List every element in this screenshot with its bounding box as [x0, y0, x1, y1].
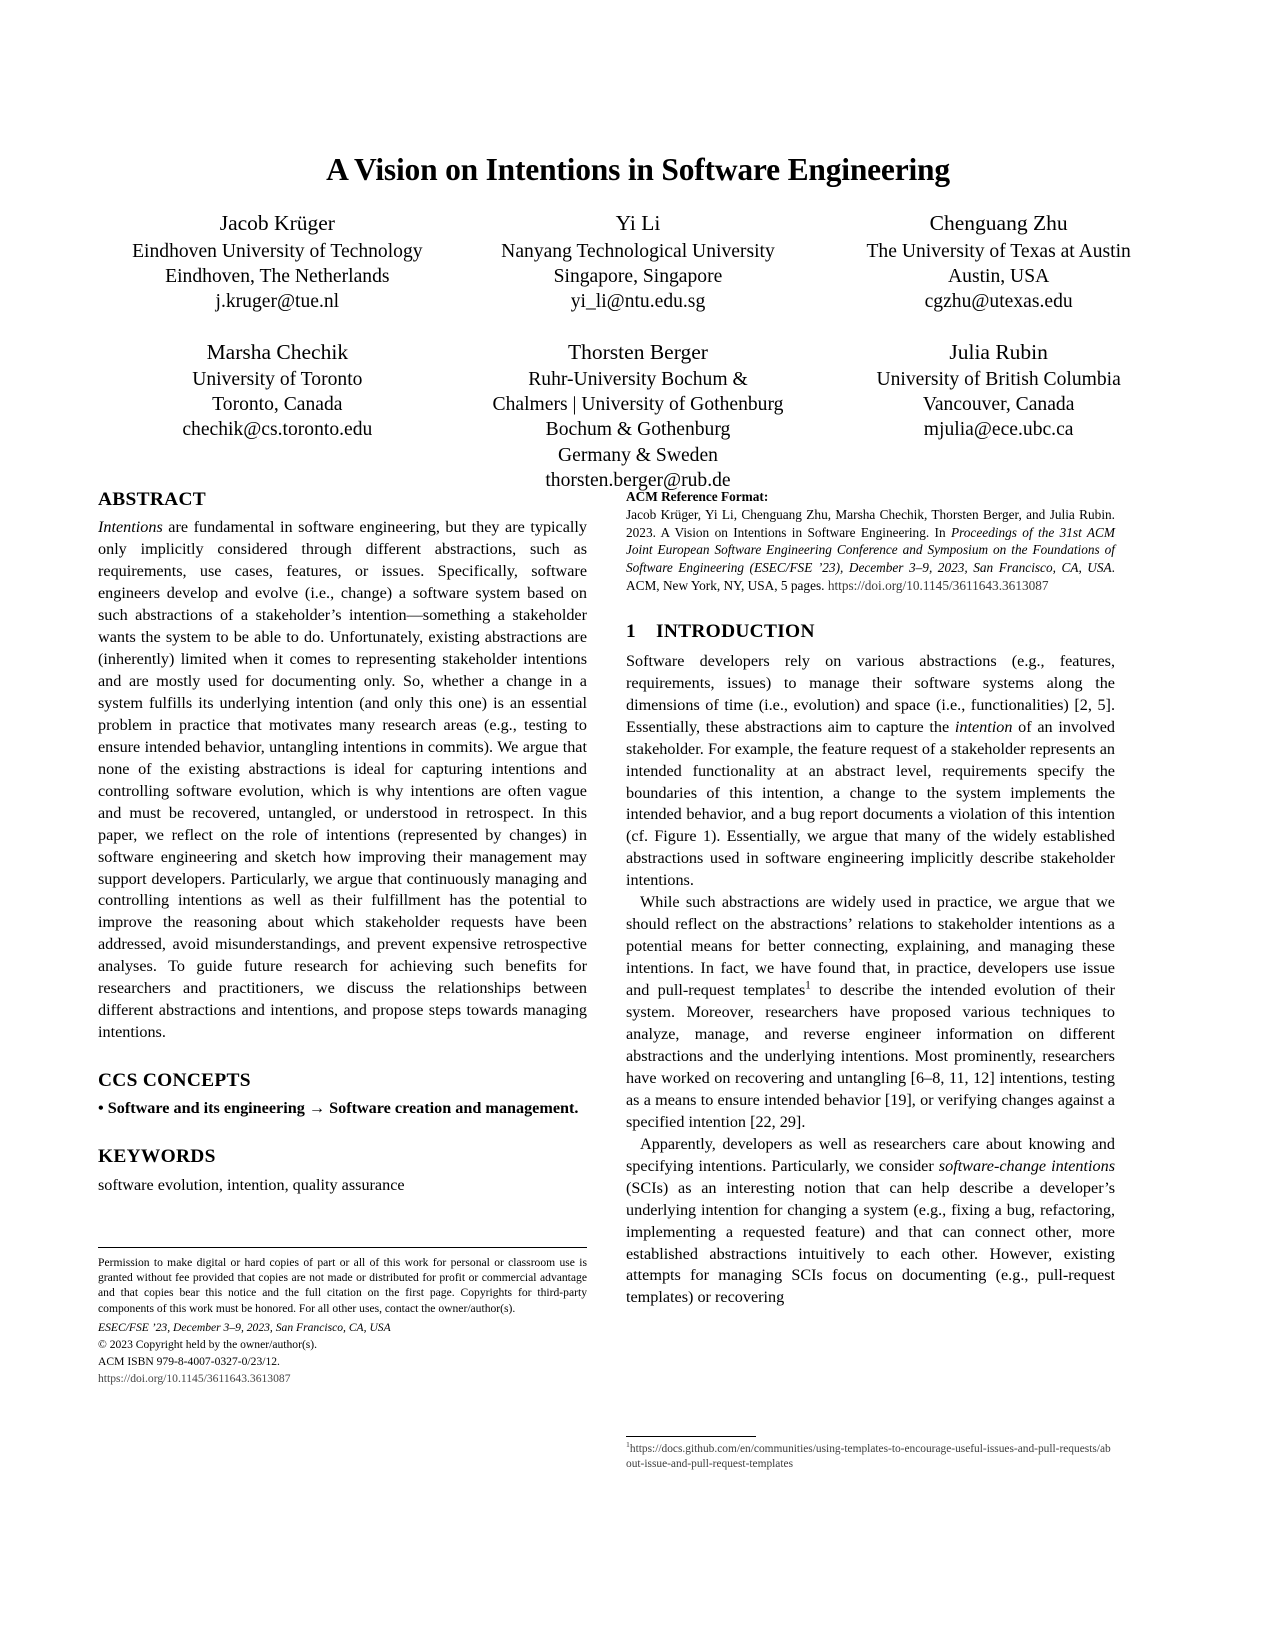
author-email[interactable]: cgzhu@utexas.edu: [818, 289, 1179, 314]
right-column: ACM Reference Format: Jacob Krüger, Yi L…: [626, 488, 1115, 1309]
author-location-2: Germany & Sweden: [557, 444, 718, 466]
section-number: 1: [626, 620, 636, 642]
copyright-block: Permission to make digital or hard copie…: [98, 1247, 587, 1387]
author-affiliation: University of British Columbia: [876, 369, 1121, 391]
acm-reference-format: ACM Reference Format: Jacob Krüger, Yi L…: [626, 488, 1115, 595]
author-email[interactable]: chechik@cs.toronto.edu: [97, 417, 458, 442]
acm-reference-doi[interactable]: https://doi.org/10.1145/3611643.3613087: [828, 578, 1049, 593]
author-name: Marsha Chechik: [206, 339, 349, 364]
doi-link[interactable]: https://doi.org/10.1145/3611643.3613087: [98, 1371, 587, 1386]
author-block-0: Jacob Krüger Eindhoven University of Tec…: [97, 210, 458, 314]
intro-p3-italic: software-change intentions: [938, 1156, 1115, 1175]
paper-page: A Vision on Intentions in Software Engin…: [0, 0, 1275, 1650]
section-title: INTRODUCTION: [656, 620, 815, 642]
abstract-body: are fundamental in software engineering,…: [98, 518, 587, 1042]
author-affiliation: The University of Texas at Austin: [866, 240, 1131, 262]
intro-paragraph-2: While such abstractions are widely used …: [626, 892, 1115, 1133]
copyright-divider: [98, 1247, 587, 1248]
author-affiliation: University of Toronto: [192, 369, 363, 391]
author-row-1: Jacob Krüger Eindhoven University of Tec…: [97, 210, 1179, 314]
author-location: Singapore, Singapore: [553, 265, 723, 287]
author-location: Toronto, Canada: [212, 394, 343, 416]
intro-paragraph-1: Software developers rely on various abst…: [626, 651, 1115, 892]
author-block-1: Yi Li Nanyang Technological University S…: [458, 210, 819, 314]
author-name: Chenguang Zhu: [929, 211, 1068, 235]
author-location: Vancouver, Canada: [922, 394, 1075, 416]
author-location: Bochum & Gothenburg: [545, 419, 731, 441]
abstract-lead-italic: Intentions: [98, 518, 163, 537]
author-affiliation: Nanyang Technological University: [501, 240, 775, 262]
author-block-5: Julia Rubin University of British Columb…: [818, 339, 1179, 493]
footnote-url[interactable]: https://docs.github.com/en/communities/u…: [626, 1443, 1111, 1470]
abstract-text: Intentions are fundamental in software e…: [98, 517, 587, 1044]
author-email[interactable]: yi_li@ntu.edu.sg: [458, 289, 819, 314]
intro-p1-italic: intention: [954, 717, 1013, 736]
author-list: Jacob Krüger Eindhoven University of Tec…: [97, 210, 1179, 493]
ccs-heading: CCS CONCEPTS: [98, 1070, 251, 1092]
author-email[interactable]: mjulia@ece.ubc.ca: [818, 417, 1179, 442]
author-block-3: Marsha Chechik University of Toronto Tor…: [97, 339, 458, 493]
abstract-heading: ABSTRACT: [98, 489, 206, 510]
keywords-heading: KEYWORDS: [98, 1146, 216, 1168]
author-name: Yi Li: [615, 211, 661, 235]
intro-p1-b: of an involved stakeholder. For example,…: [626, 717, 1115, 890]
author-row-2: Marsha Chechik University of Toronto Tor…: [97, 339, 1179, 493]
author-affiliation-2: Chalmers | University of Gothenburg: [492, 394, 784, 416]
acm-reference-heading: ACM Reference Format:: [626, 489, 769, 504]
isbn-line: ACM ISBN 979-8-4007-0327-0/23/12.: [98, 1355, 280, 1369]
permission-statement: Permission to make digital or hard copie…: [98, 1256, 587, 1315]
keywords-text: software evolution, intention, quality a…: [98, 1175, 405, 1194]
footnote-text: 1https://docs.github.com/en/communities/…: [626, 1441, 1115, 1472]
footnote-divider: [626, 1436, 756, 1437]
author-block-2: Chenguang Zhu The University of Texas at…: [818, 210, 1179, 314]
author-name: Jacob Krüger: [219, 211, 335, 235]
footnote-block: 1https://docs.github.com/en/communities/…: [626, 1436, 1115, 1472]
conference-line: ESEC/FSE ’23, December 3–9, 2023, San Fr…: [98, 1320, 391, 1334]
page-title: A Vision on Intentions in Software Engin…: [326, 152, 950, 187]
author-name: Julia Rubin: [949, 339, 1048, 364]
author-location: Eindhoven, The Netherlands: [165, 265, 390, 287]
author-affiliation: Eindhoven University of Technology: [132, 240, 423, 262]
author-location: Austin, USA: [948, 265, 1050, 287]
intro-p3-b: (SCIs) as an interesting notion that can…: [626, 1178, 1115, 1307]
introduction-heading: 1 INTRODUCTION: [626, 619, 1115, 645]
author-email[interactable]: j.kruger@tue.nl: [97, 289, 458, 314]
ccs-text: • Software and its engineering → Softwar…: [98, 1098, 587, 1120]
author-name: Thorsten Berger: [568, 339, 708, 364]
author-affiliation: Ruhr-University Bochum &: [528, 369, 748, 391]
author-block-4: Thorsten Berger Ruhr-University Bochum &…: [458, 339, 819, 493]
intro-paragraph-3: Apparently, developers as well as resear…: [626, 1134, 1115, 1310]
left-column: ABSTRACT Intentions are fundamental in s…: [98, 488, 587, 1196]
ccs-concept: Software and its engineering → Software …: [103, 1099, 579, 1118]
intro-p2-b: to describe the intended evolution of th…: [626, 981, 1115, 1131]
copyright-line: © 2023 Copyright held by the owner/autho…: [98, 1337, 318, 1351]
